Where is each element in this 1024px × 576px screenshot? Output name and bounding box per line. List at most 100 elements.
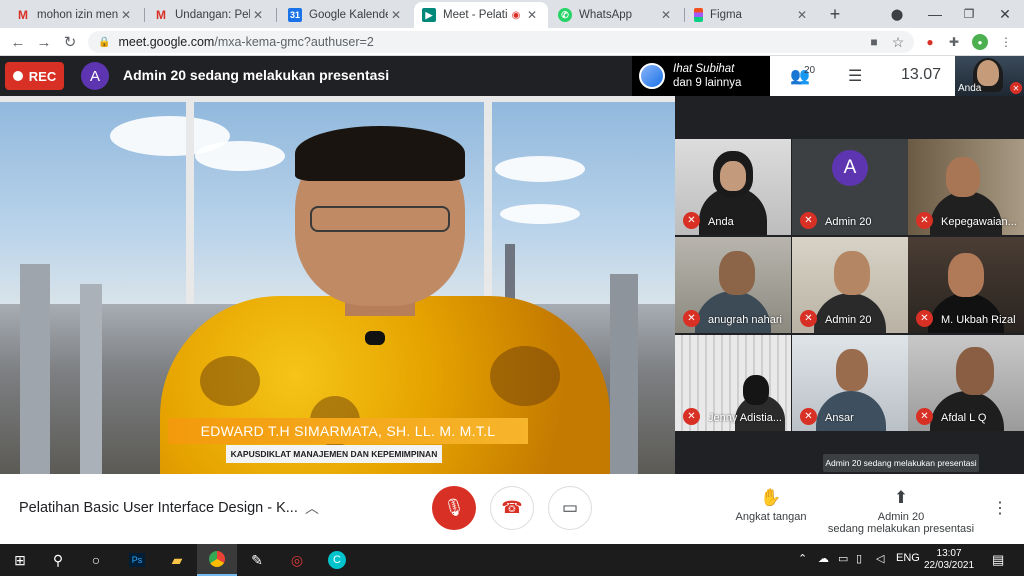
close-icon[interactable]: ✕ — [658, 8, 674, 22]
tray-app-icon[interactable]: ☁ — [818, 552, 829, 565]
close-icon[interactable]: ✕ — [250, 8, 266, 22]
close-icon[interactable]: ✕ — [388, 8, 404, 22]
participant-tile[interactable]: ✕ anugrah nahari — [675, 237, 791, 333]
tray-chevron-icon[interactable]: ⌃ — [798, 552, 807, 565]
participant-tile[interactable]: ✕ Jenny Adistia... — [675, 335, 791, 431]
camera-icon: ▭ — [561, 498, 579, 517]
browser-menu-icon[interactable]: ⋮ — [998, 34, 1014, 50]
profile-avatar-icon[interactable]: ● — [972, 34, 988, 50]
mic-toggle-button[interactable]: 🎙 — [432, 486, 476, 530]
close-window-icon[interactable]: ✕ — [994, 4, 1016, 24]
restore-icon[interactable]: ❐ — [958, 4, 980, 24]
url-input[interactable]: 🔒 meet.google.com/mxa-kema-gmc?authuser=… — [88, 31, 914, 53]
forward-icon[interactable]: → — [34, 32, 54, 52]
chrome-logo — [209, 551, 225, 567]
chrome-icon[interactable] — [197, 544, 237, 576]
back-icon[interactable]: ← — [8, 32, 28, 52]
participant-name: Ansar — [825, 412, 854, 424]
speaker-name: Ihat Subihat — [673, 63, 735, 75]
leave-call-button[interactable]: ☎ — [490, 486, 534, 530]
browser-tab-strip: M mohon izin menginf ✕ M Undangan: Pelat… — [0, 0, 1024, 28]
meet-top-bar: REC A Admin 20 sedang melakukan presenta… — [0, 56, 1024, 96]
tab-title: Meet - Pelatihan — [443, 9, 508, 21]
camera-toggle-button[interactable]: ▭ — [548, 486, 592, 530]
tray-volume-icon[interactable]: ◁ — [876, 552, 884, 565]
close-icon[interactable]: ✕ — [794, 8, 810, 22]
self-view[interactable]: Anda ✕ — [955, 56, 1024, 96]
photoshop-logo: Ps — [128, 553, 146, 567]
participant-tile[interactable]: ✕ M. Ukbah Rizal — [908, 237, 1024, 333]
camera-permission-icon[interactable]: ■ — [866, 34, 882, 50]
participant-name: Afdal L Q — [941, 412, 987, 424]
participant-tile[interactable]: ✕ Admin 20 — [792, 237, 908, 333]
tray-network-icon[interactable]: ▭ — [838, 552, 848, 565]
participant-tile[interactable]: ✕ Ansar — [792, 335, 908, 431]
meet-window: REC A Admin 20 sedang melakukan presenta… — [0, 56, 1024, 544]
lock-icon: 🔒 — [98, 36, 111, 48]
photoshop-icon[interactable]: Ps — [117, 544, 157, 576]
system-date: 22/03/2021 — [924, 560, 975, 571]
bookmark-star-icon[interactable]: ☆ — [890, 34, 906, 50]
chat-icon[interactable]: ☰ — [848, 66, 862, 86]
tab-search-icon[interactable]: ⬤ — [886, 4, 908, 24]
participant-tile[interactable]: ✕ Afdal L Q — [908, 335, 1024, 431]
meet-tools: 👥 20 ☰ 13.07 — [770, 56, 955, 96]
close-icon[interactable]: ✕ — [118, 8, 134, 22]
tab-title: Google Kalender - I — [309, 9, 388, 21]
participant-tile[interactable]: ✕ Anda — [675, 139, 791, 235]
address-bar: ← → ↻ 🔒 meet.google.com/mxa-kema-gmc?aut… — [0, 28, 1024, 56]
app-icon[interactable]: ✎ — [237, 544, 277, 576]
recording-dot-icon: ◉ — [511, 9, 521, 21]
batik-motif — [200, 356, 260, 406]
gmail-icon: M — [156, 8, 166, 22]
chevron-up-icon[interactable]: ︿ — [305, 498, 319, 518]
url-path: /mxa-kema-gmc?authuser=2 — [214, 35, 374, 49]
participant-name: Anda — [708, 216, 734, 228]
tab-title: mohon izin menginf — [37, 9, 118, 21]
participant-tile[interactable]: ✕ Kepegawaian... — [908, 139, 1024, 235]
minimize-icon[interactable]: — — [924, 4, 946, 24]
new-tab-button[interactable]: + — [824, 4, 846, 24]
record-dot-icon — [12, 71, 23, 81]
raise-hand-button[interactable]: ✋ Angkat tangan — [730, 488, 812, 523]
app-icon[interactable]: ◎ — [277, 544, 317, 576]
more-options-icon[interactable]: ⋮ — [992, 498, 1008, 518]
participant-name: anugrah nahari — [708, 314, 783, 326]
tab-gmail-2[interactable]: M Undangan: Pelatiha ✕ — [146, 2, 274, 28]
windows-start-icon[interactable]: ⊞ — [0, 544, 40, 576]
system-clock[interactable]: 13:07 22/03/2021 — [924, 548, 974, 572]
extensions-puzzle-icon[interactable]: ✚ — [946, 34, 962, 50]
meeting-title[interactable]: Pelatihan Basic User Interface Design - … — [19, 500, 298, 516]
presenting-tooltip: Admin 20 sedang melakukan presentasi — [823, 454, 979, 472]
language-indicator[interactable]: ENG — [896, 552, 920, 564]
task-view-icon[interactable]: ○ — [76, 544, 116, 576]
present-now-button[interactable]: ⬆ Admin 20 sedang melakukan presentasi — [826, 488, 976, 535]
tray-battery-icon[interactable]: ▯ — [856, 552, 862, 565]
extension-pin-icon[interactable]: ● — [922, 34, 938, 50]
tab-calendar[interactable]: 31 Google Kalender - I ✕ — [280, 2, 412, 28]
participant-tile[interactable]: A ✕ Admin 20 — [792, 139, 908, 235]
tab-meet[interactable]: ▶ Meet - Pelatihan ◉ ✕ — [414, 2, 548, 28]
present-icon: ⬆ — [893, 488, 909, 507]
search-icon[interactable]: ⚲ — [38, 544, 78, 576]
tab-figma[interactable]: Figma ✕ — [686, 2, 818, 28]
notification-icon[interactable]: ▤ — [992, 552, 1004, 568]
participant-name: Admin 20 — [825, 216, 872, 228]
mic-off-icon: ✕ — [683, 408, 700, 425]
face — [946, 157, 980, 197]
canva-logo: C — [328, 551, 346, 569]
mic-off-icon: ✕ — [916, 212, 933, 229]
file-explorer-icon[interactable]: ▰ — [157, 544, 197, 576]
reload-icon[interactable]: ↻ — [60, 32, 80, 52]
mic-off-icon: ✕ — [800, 212, 817, 229]
meet-icon: ▶ — [422, 8, 436, 22]
tab-separator — [276, 8, 277, 22]
tab-gmail-1[interactable]: M mohon izin menginf ✕ — [8, 2, 142, 28]
hair — [295, 126, 465, 181]
close-icon[interactable]: ✕ — [524, 8, 540, 22]
active-speakers-chip[interactable]: Ihat Subihat dan 9 lainnya — [632, 56, 770, 96]
tab-whatsapp[interactable]: ✆ WhatsApp ✕ — [550, 2, 682, 28]
present-label-line2: sedang melakukan presentasi — [827, 523, 975, 535]
canva-icon[interactable]: C — [317, 544, 357, 576]
gmail-icon: M — [18, 8, 28, 22]
